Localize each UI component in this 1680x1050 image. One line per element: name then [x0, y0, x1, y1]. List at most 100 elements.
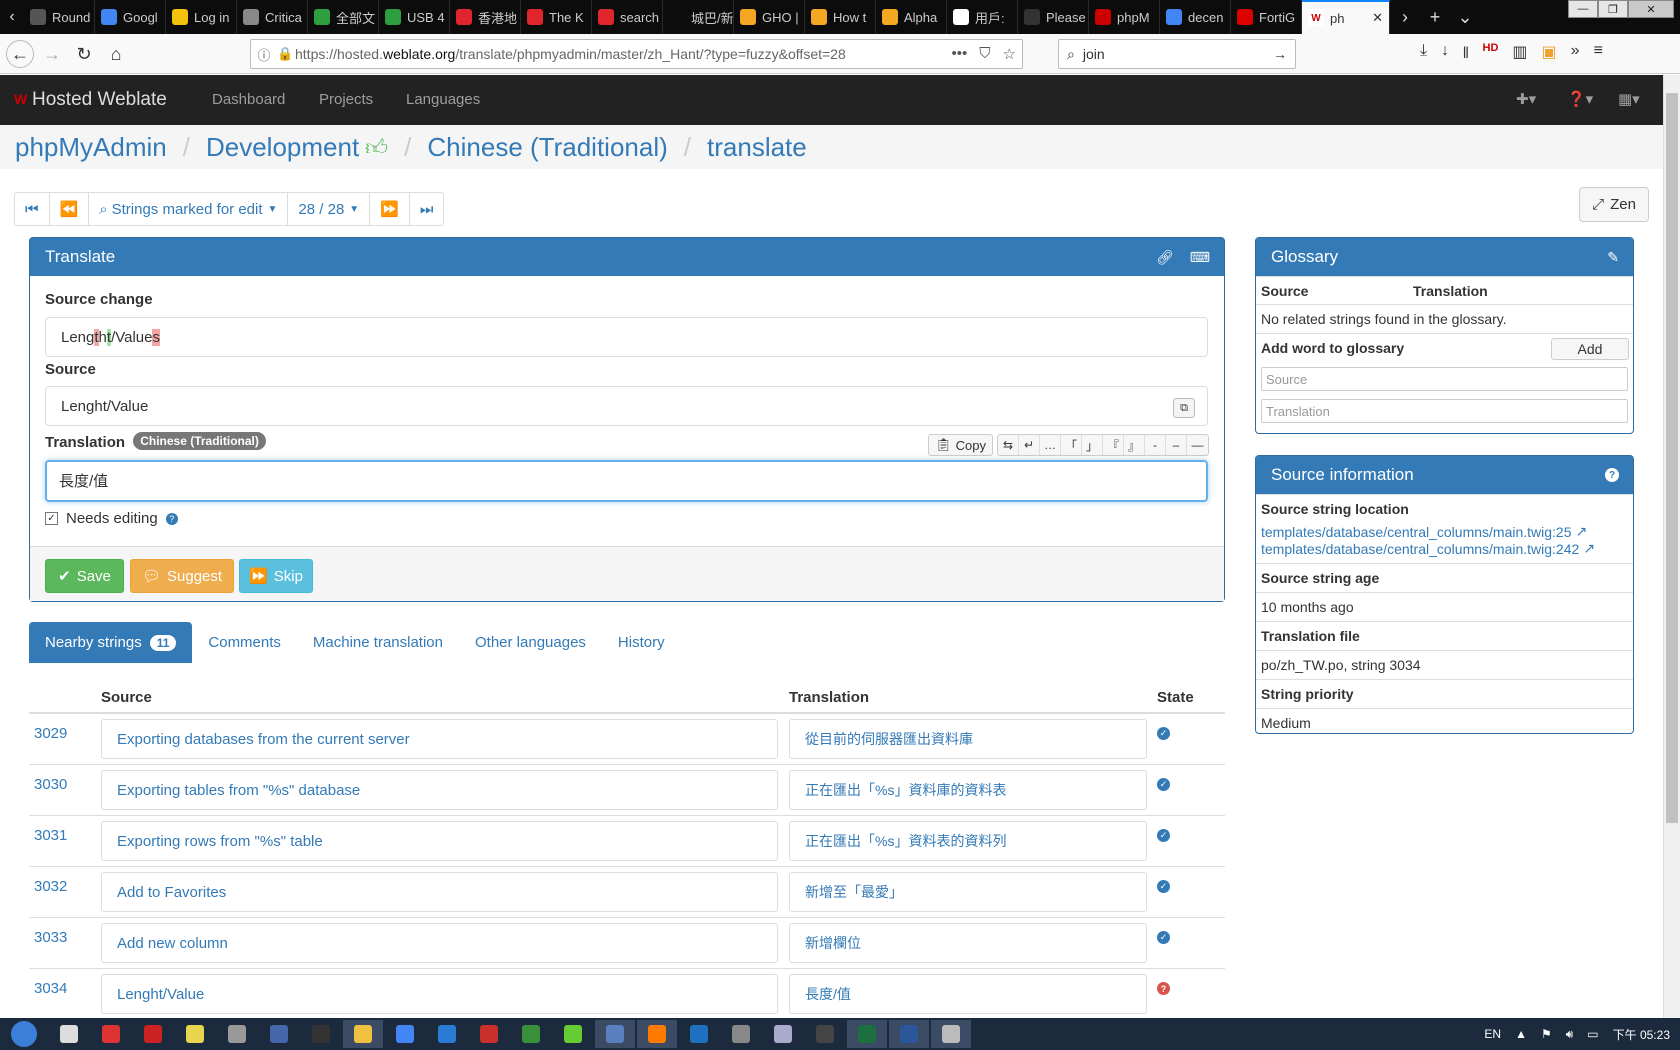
taskbar-app-button[interactable] — [511, 1020, 551, 1048]
nav-dashboard[interactable]: Dashboard — [212, 91, 285, 108]
hamburger-menu-icon[interactable]: ≡ — [1594, 42, 1603, 69]
browser-tab[interactable]: 全部文 — [308, 0, 379, 34]
taskbar-app-button[interactable] — [259, 1020, 299, 1048]
nearby-translation-text[interactable]: 新增欄位 — [789, 923, 1147, 963]
position-dropdown[interactable]: 28 / 28 ▼ — [288, 193, 371, 225]
breadcrumb-project[interactable]: phpMyAdmin — [15, 132, 167, 163]
restore-icon[interactable]: ❐ — [1598, 0, 1628, 18]
tab-comments[interactable]: Comments — [192, 622, 297, 663]
browser-tab[interactable]: 香港地 — [450, 0, 521, 34]
nearby-source-text[interactable]: Add to Favorites — [101, 872, 778, 912]
minimize-icon[interactable]: — — [1568, 0, 1598, 18]
library-icon[interactable]: 𝍪 — [1463, 42, 1468, 69]
pocket-icon[interactable]: ⛉ — [979, 45, 990, 63]
breadcrumb-language[interactable]: Chinese (Traditional) — [427, 132, 667, 163]
browser-tab[interactable]: FortiG — [1231, 0, 1302, 34]
string-number-link[interactable]: 3034 — [34, 980, 67, 997]
hd-extension-icon[interactable]: HD — [1483, 42, 1499, 69]
taskbar-app-button[interactable] — [763, 1020, 803, 1048]
browser-search-box[interactable]: ⌕ join → — [1058, 39, 1296, 69]
user-menu-icon[interactable]: ▦▾ — [1618, 90, 1640, 108]
insert-character-button[interactable]: 』 — [1124, 435, 1145, 455]
insert-character-button[interactable]: ⇆ — [998, 435, 1019, 455]
keyboard-icon[interactable]: ⌨ — [1190, 249, 1210, 266]
string-number-link[interactable]: 3032 — [34, 878, 67, 895]
browser-tab[interactable]: Log in — [166, 0, 237, 34]
skip-button[interactable]: ⏩ Skip — [239, 559, 313, 593]
taskbar-app-button[interactable] — [427, 1020, 467, 1048]
network-icon[interactable]: ▭ — [1587, 1027, 1598, 1041]
copy-source-icon[interactable]: ⧉ — [1173, 398, 1195, 418]
taskbar-app-button[interactable] — [469, 1020, 509, 1048]
last-string-icon[interactable]: ⏭ — [410, 193, 444, 225]
insert-character-button[interactable]: 」 — [1082, 435, 1103, 455]
string-number-link[interactable]: 3031 — [34, 827, 67, 844]
browser-tab[interactable]: Critica — [237, 0, 308, 34]
source-location-link[interactable]: templates/database/central_columns/main.… — [1261, 540, 1628, 557]
insert-character-button[interactable]: – — [1166, 435, 1187, 455]
taskbar-app-button[interactable] — [889, 1020, 929, 1048]
insert-character-button[interactable]: 「 — [1061, 435, 1082, 455]
nearby-source-text[interactable]: Exporting tables from "%s" database — [101, 770, 778, 810]
taskbar-app-button[interactable] — [805, 1020, 845, 1048]
taskbar-app-button[interactable] — [385, 1020, 425, 1048]
extension-icon[interactable]: ▣ — [1542, 42, 1557, 69]
go-arrow-icon[interactable]: → — [1273, 46, 1287, 62]
scroll-tabs-left-icon[interactable]: ‹ — [0, 0, 24, 34]
back-icon[interactable]: ← — [6, 40, 34, 68]
brand[interactable]: W Hosted Weblate — [14, 89, 167, 111]
save-button[interactable]: ✔ Save — [45, 559, 124, 593]
taskbar-app-button[interactable] — [931, 1020, 971, 1048]
new-tab-icon[interactable]: + — [1420, 0, 1450, 34]
nearby-source-text[interactable]: Lenght/Value — [101, 974, 778, 1014]
page-actions-icon[interactable]: ••• — [952, 45, 968, 63]
taskbar-app-button[interactable] — [595, 1020, 635, 1048]
input-language[interactable]: EN — [1484, 1027, 1501, 1041]
home-icon[interactable]: ⌂ — [104, 42, 128, 66]
insert-character-button[interactable]: - — [1145, 435, 1166, 455]
bookmark-star-icon[interactable]: ☆ — [1003, 45, 1016, 63]
browser-tab[interactable]: USB 4 — [379, 0, 450, 34]
browser-tab[interactable]: Alpha — [876, 0, 947, 34]
filter-dropdown[interactable]: ⌕ Strings marked for edit ▼ — [89, 193, 289, 225]
previous-string-icon[interactable]: ⏪ — [50, 193, 90, 225]
breadcrumb-component[interactable]: Development — [206, 132, 359, 163]
taskbar-app-button[interactable] — [175, 1020, 215, 1048]
taskbar-app-button[interactable] — [721, 1020, 761, 1048]
help-icon[interactable]: ? — [165, 512, 178, 525]
browser-tab[interactable]: decen — [1160, 0, 1231, 34]
help-icon[interactable]: ? — [1605, 468, 1619, 482]
taskbar-app-button[interactable] — [133, 1020, 173, 1048]
browser-tab[interactable]: Round — [24, 0, 95, 34]
source-location-link[interactable]: templates/database/central_columns/main.… — [1261, 523, 1628, 540]
taskbar-app-button[interactable] — [847, 1020, 887, 1048]
translation-textarea[interactable]: 長度/值 — [45, 460, 1208, 502]
flag-icon[interactable]: ⚑ — [1541, 1027, 1552, 1041]
string-number-link[interactable]: 3029 — [34, 725, 67, 742]
nearby-translation-text[interactable]: 從目前的伺服器匯出資料庫 — [789, 719, 1147, 759]
site-info-icon[interactable]: ⓘ — [251, 45, 277, 64]
needs-editing-checkbox[interactable]: ✓ — [45, 512, 58, 525]
browser-tab[interactable]: 城巴/新巴 — [663, 0, 734, 34]
nearby-translation-text[interactable]: 正在匯出「%s」資料庫的資料表 — [789, 770, 1147, 810]
nearby-source-text[interactable]: Add new column — [101, 923, 778, 963]
breadcrumb-action[interactable]: translate — [707, 132, 807, 163]
help-menu-icon[interactable]: ❓▾ — [1567, 90, 1593, 108]
nearby-translation-text[interactable]: 正在匯出「%s」資料表的資料列 — [789, 821, 1147, 861]
reload-icon[interactable]: ↻ — [72, 42, 96, 66]
glossary-source-input[interactable]: Source — [1261, 367, 1628, 391]
needs-editing-label[interactable]: Needs editing — [66, 510, 158, 527]
string-number-link[interactable]: 3033 — [34, 929, 67, 946]
forward-icon[interactable]: → — [40, 42, 64, 66]
browser-tab[interactable]: phpM — [1089, 0, 1160, 34]
string-number-link[interactable]: 3030 — [34, 776, 67, 793]
volume-icon[interactable]: 🔊︎ — [1566, 1027, 1574, 1042]
tray-overflow-icon[interactable]: ▲ — [1515, 1027, 1527, 1041]
next-string-icon[interactable]: ⏩ — [370, 193, 410, 225]
download-icon[interactable]: ↓ — [1441, 42, 1449, 69]
link-icon[interactable]: 🔗︎ — [1156, 249, 1174, 266]
browser-tab[interactable]: GHO | — [734, 0, 805, 34]
taskbar-app-button[interactable] — [679, 1020, 719, 1048]
taskbar-app-button[interactable] — [49, 1020, 89, 1048]
tab-history[interactable]: History — [602, 622, 681, 663]
